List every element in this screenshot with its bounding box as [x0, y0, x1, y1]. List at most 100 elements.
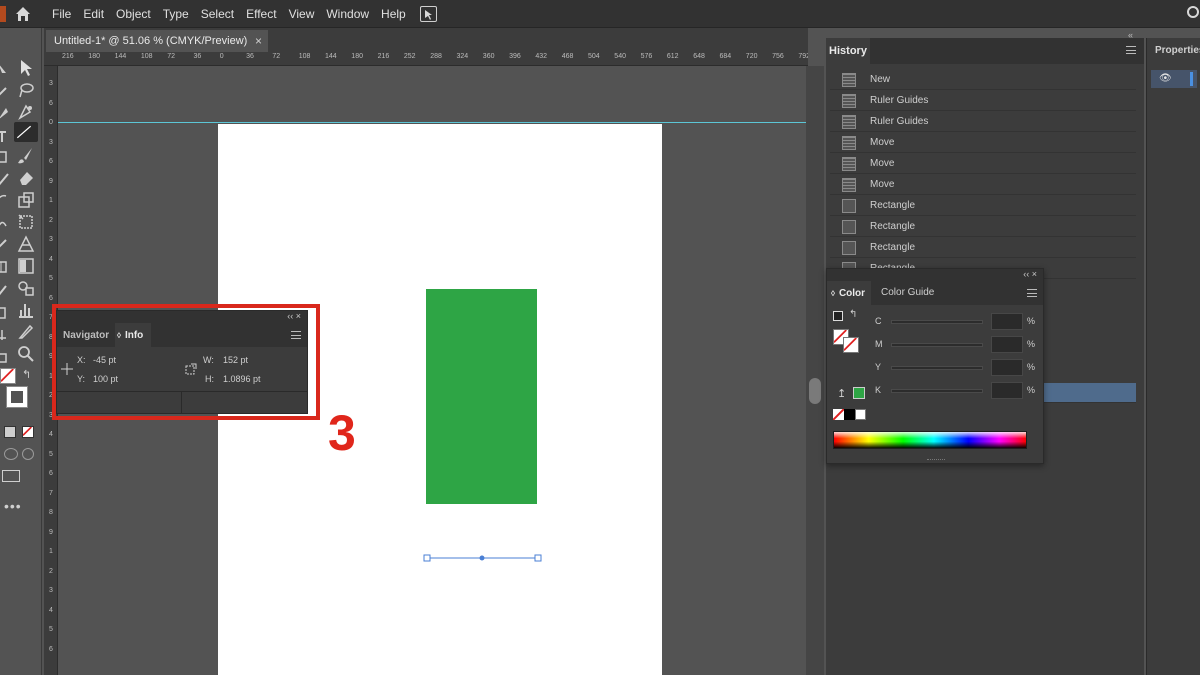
history-item[interactable]: Rectangle: [830, 196, 1136, 216]
ruler-tick-label: 6: [49, 470, 53, 477]
channel-row-y: Y%: [875, 359, 1035, 377]
panel-controls-icon[interactable]: ‹‹ ×: [1023, 269, 1037, 279]
tab-color-guide[interactable]: Color Guide: [881, 287, 934, 298]
ruler-tick-label: 3: [49, 80, 53, 87]
history-item[interactable]: New: [830, 70, 1136, 90]
menu-view[interactable]: View: [289, 7, 315, 21]
ruler-tick-label: 396: [509, 53, 521, 60]
anchor-point-left[interactable]: [423, 554, 431, 562]
stroke-none-swatch[interactable]: [843, 337, 859, 353]
stroke-swatch[interactable]: [6, 386, 28, 408]
blend-icon[interactable]: [16, 278, 36, 298]
menu-select[interactable]: Select: [201, 7, 234, 21]
line-segment-icon[interactable]: [14, 122, 38, 142]
channel-slider[interactable]: [891, 343, 983, 347]
channel-value-input[interactable]: [991, 382, 1023, 399]
tab-color[interactable]: ◊ Color: [827, 281, 871, 305]
close-icon[interactable]: ×: [255, 34, 262, 48]
arrange-documents-icon[interactable]: [420, 6, 437, 22]
ruler-tick-label: 4: [49, 255, 53, 263]
more-tools-icon[interactable]: •••: [4, 498, 22, 514]
channel-slider[interactable]: [891, 389, 983, 393]
ruler-tick-label: 432: [535, 53, 548, 60]
home-icon[interactable]: [14, 5, 32, 23]
ruler-tick-label: 756: [772, 53, 784, 60]
menu-window[interactable]: Window: [326, 7, 369, 21]
scrollbar-thumb[interactable]: [809, 378, 821, 404]
horizontal-ruler: 216 180 144 108 72 36 0 36 72 108 144 180 216 252 288 3…: [44, 52, 808, 66]
resize-grip[interactable]: [927, 459, 945, 462]
gradient-icon[interactable]: [16, 256, 36, 276]
selection-arrow-icon[interactable]: [16, 58, 36, 78]
ruler-tick-label: 180: [88, 53, 100, 60]
history-item[interactable]: Move: [830, 154, 1136, 174]
scale-icon[interactable]: [16, 190, 36, 210]
perspective-grid-icon[interactable]: [16, 234, 36, 254]
none-color-swatch[interactable]: [832, 408, 845, 421]
ruler-tick-label: 3: [49, 236, 53, 243]
history-item[interactable]: Ruler Guides: [830, 112, 1136, 132]
white-swatch[interactable]: [855, 409, 866, 420]
center-point[interactable]: [479, 555, 485, 561]
current-color-swatch[interactable]: [853, 387, 865, 399]
selected-line-segment[interactable]: [418, 548, 548, 568]
history-item[interactable]: Move: [830, 175, 1136, 195]
color-spectrum[interactable]: [833, 431, 1027, 449]
ruler-tick-label: 6: [49, 158, 53, 165]
column-graph-icon[interactable]: [16, 300, 36, 320]
history-item[interactable]: Move: [830, 133, 1136, 153]
ruler-tick-label: 252: [403, 53, 416, 60]
draw-mode-icon[interactable]: [4, 448, 18, 460]
menu-type[interactable]: Type: [163, 7, 189, 21]
anchor-point-right[interactable]: [534, 554, 542, 562]
fill-stroke-mini-icon[interactable]: [833, 311, 843, 321]
out-of-gamut-icon[interactable]: ↥: [837, 387, 846, 400]
color-panel-menu-icon[interactable]: [1027, 289, 1037, 297]
menu-help[interactable]: Help: [381, 7, 406, 21]
ruler-guide[interactable]: [58, 122, 806, 123]
eye-icon[interactable]: 👁: [1159, 73, 1172, 84]
channel-value-input[interactable]: [991, 313, 1023, 330]
curvature-icon[interactable]: [16, 102, 36, 122]
color-panel-header[interactable]: ‹‹ ×: [827, 269, 1043, 281]
search-icon[interactable]: [1186, 6, 1200, 20]
tab-properties[interactable]: Properties: [1155, 45, 1200, 56]
vertical-scrollbar[interactable]: [806, 66, 824, 675]
document-tab[interactable]: Untitled-1* @ 51.06 % (CMYK/Preview) ×: [46, 30, 268, 52]
ruler-tick-label: 3: [49, 138, 53, 146]
channel-value-input[interactable]: [991, 336, 1023, 353]
swap-fill-stroke-icon[interactable]: ↰: [22, 368, 31, 381]
screen-mode-icon[interactable]: [2, 470, 20, 482]
none-mode-icon[interactable]: [22, 426, 34, 438]
black-swatch[interactable]: [844, 409, 855, 420]
menu-object[interactable]: Object: [116, 7, 151, 21]
tab-history[interactable]: History: [826, 38, 870, 64]
history-item[interactable]: Rectangle: [830, 238, 1136, 258]
eraser-icon[interactable]: [16, 168, 36, 188]
swap-icon[interactable]: ↰: [849, 309, 857, 320]
fill-swatch[interactable]: [0, 368, 16, 384]
ruler-tick-label: 324: [456, 53, 469, 60]
slice-icon[interactable]: [16, 322, 36, 342]
channel-label: M: [875, 339, 883, 349]
lasso-icon[interactable]: [16, 80, 36, 100]
menu-effect[interactable]: Effect: [246, 7, 276, 21]
free-transform-icon[interactable]: [16, 212, 36, 232]
color-mode-icon[interactable]: [4, 426, 16, 438]
channel-value-input[interactable]: [991, 359, 1023, 376]
paintbrush-icon[interactable]: [16, 146, 36, 166]
green-rectangle[interactable]: [426, 289, 537, 504]
draw-inside-icon[interactable]: [22, 448, 34, 460]
menu-file[interactable]: File: [52, 7, 71, 21]
layer-row[interactable]: 👁: [1151, 70, 1197, 88]
properties-panel: Properties 👁: [1146, 38, 1200, 675]
channel-slider[interactable]: [891, 320, 983, 324]
step-icon: [842, 198, 856, 213]
ruler-tick-label: 0: [219, 53, 224, 60]
menu-edit[interactable]: Edit: [83, 7, 104, 21]
channel-slider[interactable]: [891, 366, 983, 370]
history-item[interactable]: Rectangle: [830, 217, 1136, 237]
history-menu-icon[interactable]: [1126, 46, 1136, 54]
history-item[interactable]: Ruler Guides: [830, 91, 1136, 111]
zoom-icon[interactable]: [16, 344, 36, 364]
